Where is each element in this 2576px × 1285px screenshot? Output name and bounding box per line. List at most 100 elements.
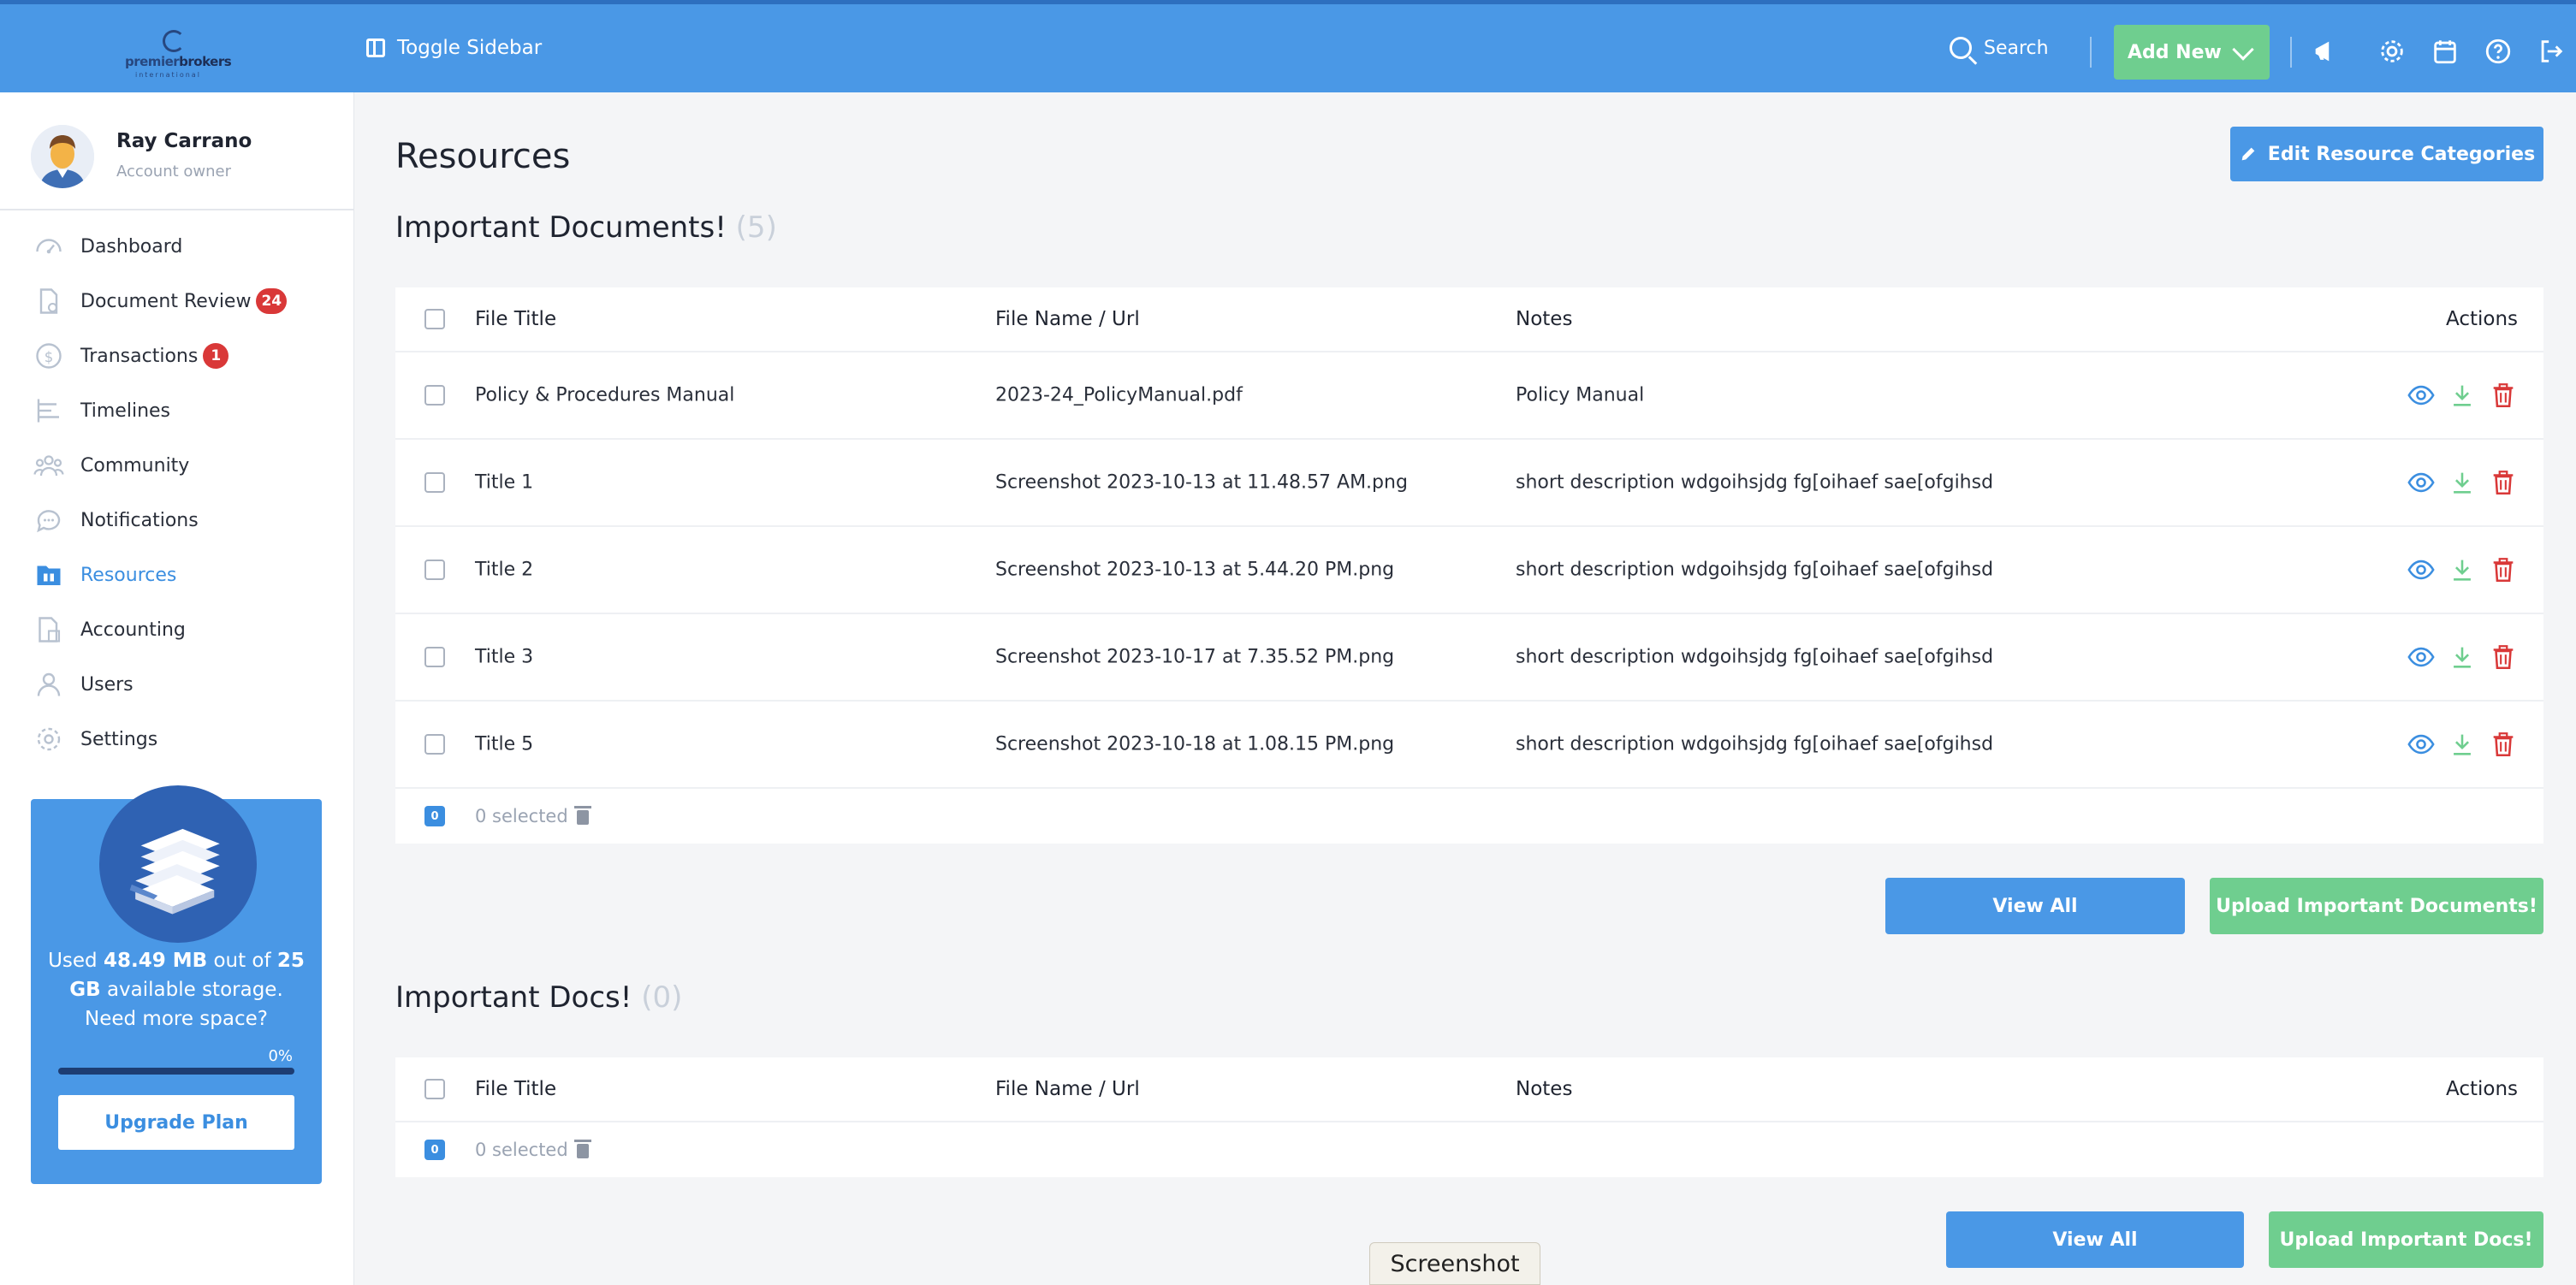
- company-logo[interactable]: premierbrokers international: [120, 30, 240, 79]
- sidebar-item-label: Resources: [80, 564, 177, 586]
- sidebar-item-settings[interactable]: Settings: [0, 712, 354, 767]
- row-checkbox[interactable]: [424, 560, 445, 580]
- announcements-button[interactable]: [2311, 37, 2340, 66]
- download-icon[interactable]: [2448, 730, 2477, 759]
- row-file-name: Screenshot 2023-10-18 at 1.08.15 PM.png: [995, 733, 1395, 755]
- row-file-name: 2023-24_PolicyManual.pdf: [995, 384, 1243, 406]
- column-header-notes[interactable]: Notes: [1516, 308, 1572, 330]
- logo-secondary-text: brokers: [179, 54, 232, 69]
- delete-trash-icon[interactable]: [2489, 381, 2518, 410]
- document-stack-icon: [129, 828, 220, 915]
- select-all-checkbox[interactable]: [424, 1079, 445, 1099]
- sidebar-item-document-review[interactable]: Document Review 24: [0, 274, 354, 329]
- upload-important-docs-button[interactable]: Upload Important Docs!: [2269, 1211, 2543, 1268]
- view-all-button[interactable]: View All: [1885, 878, 2185, 934]
- calendar-button[interactable]: [2431, 37, 2460, 66]
- column-header-file-name[interactable]: File Name / Url: [995, 1078, 1140, 1100]
- column-header-file-title[interactable]: File Title: [475, 308, 556, 330]
- row-actions: [2407, 468, 2518, 497]
- upgrade-plan-button[interactable]: Upgrade Plan: [58, 1095, 294, 1150]
- chevron-down-icon: [2232, 38, 2254, 61]
- bulk-delete-icon[interactable]: [573, 805, 591, 825]
- view-all-button[interactable]: View All: [1946, 1211, 2244, 1268]
- column-header-notes[interactable]: Notes: [1516, 1078, 1572, 1100]
- logout-icon: [2541, 40, 2563, 62]
- view-eye-icon[interactable]: [2407, 468, 2436, 497]
- delete-trash-icon[interactable]: [2489, 468, 2518, 497]
- logout-button[interactable]: [2537, 37, 2566, 66]
- table-body: Policy & Procedures Manual 2023-24_Policy…: [395, 352, 2543, 789]
- row-file-title: Policy & Procedures Manual: [475, 384, 735, 406]
- view-eye-icon[interactable]: [2407, 555, 2436, 584]
- sidebar-item-users[interactable]: Users: [0, 657, 354, 712]
- sidebar-item-label: Dashboard: [80, 235, 183, 258]
- storage-illustration: [99, 785, 257, 943]
- sidebar-item-timelines[interactable]: Timelines: [0, 383, 354, 438]
- gear-icon: [2381, 40, 2403, 62]
- sidebar-item-resources[interactable]: Resources: [0, 548, 354, 602]
- avatar: [31, 125, 94, 188]
- row-checkbox[interactable]: [424, 647, 445, 667]
- logo-sub-text: international: [135, 71, 201, 79]
- timelines-icon: [37, 399, 59, 423]
- bulk-delete-icon[interactable]: [573, 1139, 591, 1158]
- main-content: Resources Edit Resource Categories Impor…: [354, 92, 2576, 1285]
- row-notes: short description wdgoihsjdg fg[oihaef s…: [1516, 471, 1994, 494]
- accounting-icon: [39, 617, 61, 642]
- profile-name: Ray Carrano: [116, 130, 252, 152]
- toggle-sidebar-label: Toggle Sidebar: [397, 37, 543, 59]
- sidebar-item-label: Document Review: [80, 290, 252, 312]
- selected-label: 0 selected: [475, 1140, 568, 1160]
- toggle-sidebar-button[interactable]: Toggle Sidebar: [366, 37, 542, 59]
- selected-label: 0 selected: [475, 806, 568, 826]
- help-icon: [2485, 38, 2511, 64]
- column-header-file-name[interactable]: File Name / Url: [995, 308, 1140, 330]
- selected-count-badge: 0: [424, 1140, 445, 1160]
- table-row[interactable]: Policy & Procedures Manual 2023-24_Policy…: [395, 352, 2543, 440]
- documents-table: File Title File Name / Url Notes Actions…: [395, 287, 2543, 844]
- settings-icon: [37, 727, 61, 751]
- download-icon[interactable]: [2448, 642, 2477, 672]
- row-checkbox[interactable]: [424, 385, 445, 406]
- delete-trash-icon[interactable]: [2489, 730, 2518, 759]
- table-row[interactable]: Title 5 Screenshot 2023-10-18 at 1.08.15 …: [395, 702, 2543, 789]
- upload-important-documents-button[interactable]: Upload Important Documents!: [2210, 878, 2543, 934]
- delete-trash-icon[interactable]: [2489, 555, 2518, 584]
- row-checkbox[interactable]: [424, 734, 445, 755]
- download-icon[interactable]: [2448, 555, 2477, 584]
- sidebar-item-dashboard[interactable]: Dashboard: [0, 219, 354, 274]
- column-header-file-title[interactable]: File Title: [475, 1078, 556, 1100]
- row-notes: short description wdgoihsjdg fg[oihaef s…: [1516, 733, 1994, 755]
- storage-used-value: 48.49 MB: [103, 950, 208, 972]
- sidebar-item-notifications[interactable]: Notifications: [0, 493, 354, 548]
- row-file-name: Screenshot 2023-10-17 at 7.35.52 PM.png: [995, 646, 1395, 668]
- top-bar: premierbrokers international Toggle Side…: [0, 0, 2576, 92]
- delete-trash-icon[interactable]: [2489, 642, 2518, 672]
- table-row[interactable]: Title 2 Screenshot 2023-10-13 at 5.44.20 …: [395, 527, 2543, 614]
- user-profile[interactable]: Ray Carrano Account owner: [0, 92, 354, 210]
- table-row[interactable]: Title 3 Screenshot 2023-10-17 at 7.35.52 …: [395, 614, 2543, 702]
- notifications-icon: [37, 510, 61, 533]
- settings-button[interactable]: [2377, 37, 2407, 66]
- search-button[interactable]: Search: [1950, 37, 2049, 59]
- sidebar-item-accounting[interactable]: Accounting: [0, 602, 354, 657]
- search-icon: [1950, 37, 1972, 59]
- sidebar-item-community[interactable]: Community: [0, 438, 354, 493]
- add-new-button[interactable]: Add New: [2114, 25, 2270, 80]
- download-icon[interactable]: [2448, 381, 2477, 410]
- row-checkbox[interactable]: [424, 472, 445, 493]
- row-file-name: Screenshot 2023-10-13 at 11.48.57 AM.png: [995, 471, 1408, 494]
- add-new-label: Add New: [2128, 41, 2222, 63]
- view-eye-icon[interactable]: [2407, 730, 2436, 759]
- help-button[interactable]: [2484, 37, 2513, 66]
- view-eye-icon[interactable]: [2407, 642, 2436, 672]
- profile-role: Account owner: [116, 163, 232, 181]
- download-icon[interactable]: [2448, 468, 2477, 497]
- selected-count-badge: 0: [424, 806, 445, 826]
- sidebar-item-transactions[interactable]: $ Transactions 1: [0, 329, 354, 383]
- section-title: Important Documents! (5): [395, 210, 777, 245]
- view-eye-icon[interactable]: [2407, 381, 2436, 410]
- select-all-checkbox[interactable]: [424, 309, 445, 329]
- edit-resource-categories-button[interactable]: Edit Resource Categories: [2230, 127, 2543, 181]
- table-row[interactable]: Title 1 Screenshot 2023-10-13 at 11.48.57…: [395, 440, 2543, 527]
